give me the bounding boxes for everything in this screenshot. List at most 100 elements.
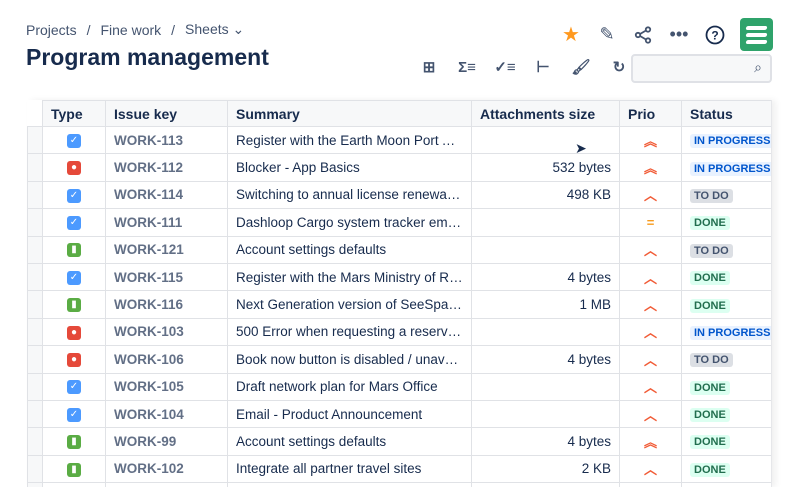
- summary[interactable]: 500 Error when requesting a reserva...: [227, 317, 472, 347]
- status-cell[interactable]: IN PROGRESS: [681, 125, 771, 155]
- table-row[interactable]: [27, 482, 771, 487]
- status-cell[interactable]: DONE: [681, 454, 771, 484]
- priority-cell[interactable]: ︽: [619, 153, 682, 182]
- summary[interactable]: Blocker - App Basics: [227, 153, 472, 182]
- issue-key[interactable]: WORK-112: [105, 153, 228, 182]
- col-status[interactable]: Status: [681, 100, 771, 127]
- summary[interactable]: Integrate all partner travel sites: [227, 454, 472, 484]
- row-handle[interactable]: [27, 235, 43, 264]
- table-row[interactable]: ✓ WORK-104 Email - Product Announcement …: [27, 399, 771, 429]
- priority-cell[interactable]: =: [619, 208, 682, 237]
- issue-key[interactable]: WORK-99: [105, 427, 228, 456]
- priority-cell[interactable]: ︿: [619, 290, 682, 319]
- issue-key[interactable]: WORK-121: [105, 235, 228, 264]
- priority-cell[interactable]: [619, 482, 682, 487]
- issue-key[interactable]: WORK-114: [105, 180, 228, 210]
- share-icon[interactable]: [632, 24, 654, 46]
- table-row[interactable]: ● WORK-103 500 Error when requesting a r…: [27, 317, 771, 347]
- hierarchy-icon[interactable]: ⊢: [531, 56, 555, 78]
- row-handle[interactable]: [27, 399, 43, 429]
- status-cell[interactable]: DONE: [681, 208, 771, 237]
- refresh-icon[interactable]: ↻: [607, 56, 631, 78]
- row-handle[interactable]: [27, 290, 43, 319]
- row-handle[interactable]: [27, 482, 43, 487]
- table-row[interactable]: ▮ WORK-102 Integrate all partner travel …: [27, 454, 771, 484]
- row-handle[interactable]: [27, 125, 43, 155]
- summary[interactable]: Switching to annual license renewal f...: [227, 180, 472, 210]
- issue-key[interactable]: WORK-116: [105, 290, 228, 319]
- table-row[interactable]: ✓ WORK-111 Dashloop Cargo system tracker…: [27, 208, 771, 237]
- col-summary[interactable]: Summary: [227, 100, 472, 127]
- breadcrumb-sheets[interactable]: Sheets ⌄: [185, 21, 244, 38]
- summary[interactable]: Email - Product Announcement: [227, 399, 472, 429]
- priority-cell[interactable]: ︽: [619, 125, 682, 155]
- table-row[interactable]: ● WORK-112 Blocker - App Basics 532 byte…: [27, 153, 771, 182]
- issue-key[interactable]: WORK-105: [105, 372, 228, 401]
- row-handle[interactable]: [27, 208, 43, 237]
- summary[interactable]: Account settings defaults: [227, 235, 472, 264]
- row-handle[interactable]: [27, 180, 43, 210]
- status-cell[interactable]: [681, 482, 771, 487]
- paint-roller-icon[interactable]: 🖌: [569, 56, 593, 78]
- summary[interactable]: [227, 482, 472, 487]
- edit-icon[interactable]: ✎: [596, 24, 618, 46]
- table-row[interactable]: ● WORK-106 Book now button is disabled /…: [27, 345, 771, 374]
- col-issue-key[interactable]: Issue key: [105, 100, 228, 127]
- row-handle[interactable]: [27, 454, 43, 484]
- breadcrumb-projects[interactable]: Projects: [26, 22, 77, 38]
- status-cell[interactable]: DONE: [681, 262, 771, 292]
- issue-key[interactable]: WORK-103: [105, 317, 228, 347]
- issue-key[interactable]: [105, 482, 228, 487]
- status-cell[interactable]: DONE: [681, 399, 771, 429]
- summary[interactable]: Register with the Earth Moon Port Au...: [227, 125, 472, 155]
- priority-cell[interactable]: ︿: [619, 262, 682, 292]
- col-type[interactable]: Type: [42, 100, 106, 127]
- row-handle[interactable]: [27, 153, 43, 182]
- table-row[interactable]: ✓ WORK-115 Register with the Mars Minist…: [27, 262, 771, 292]
- issue-key[interactable]: WORK-102: [105, 454, 228, 484]
- checklist-icon[interactable]: ✓≡: [493, 56, 517, 78]
- summary[interactable]: Draft network plan for Mars Office: [227, 372, 472, 401]
- status-cell[interactable]: DONE: [681, 372, 771, 401]
- col-prio[interactable]: Prio: [619, 100, 682, 127]
- summary[interactable]: Book now button is disabled / unavai...: [227, 345, 472, 374]
- priority-cell[interactable]: ︿: [619, 399, 682, 429]
- issue-key[interactable]: WORK-113: [105, 125, 228, 155]
- status-cell[interactable]: IN PROGRESS: [681, 153, 771, 182]
- row-handle[interactable]: [27, 427, 43, 456]
- row-handle[interactable]: [27, 372, 43, 401]
- priority-cell[interactable]: ︿: [619, 235, 682, 264]
- priority-cell[interactable]: ︿: [619, 454, 682, 484]
- status-cell[interactable]: TO DO: [681, 345, 771, 374]
- table-row[interactable]: ✓ WORK-105 Draft network plan for Mars O…: [27, 372, 771, 401]
- summary[interactable]: Account settings defaults: [227, 427, 472, 456]
- summary[interactable]: Register with the Mars Ministry of Re...: [227, 262, 472, 292]
- issue-key[interactable]: WORK-115: [105, 262, 228, 292]
- row-handle[interactable]: [27, 345, 43, 374]
- breadcrumb-fine-work[interactable]: Fine work: [100, 22, 161, 38]
- table-row[interactable]: ✓ WORK-114 Switching to annual license r…: [27, 180, 771, 210]
- star-icon[interactable]: ★: [560, 24, 582, 46]
- status-cell[interactable]: IN PROGRESS: [681, 317, 771, 347]
- status-cell[interactable]: DONE: [681, 427, 771, 456]
- history-icon[interactable]: ⊞: [417, 56, 441, 78]
- priority-cell[interactable]: ︿: [619, 345, 682, 374]
- help-icon[interactable]: ?: [704, 24, 726, 46]
- issue-key[interactable]: WORK-106: [105, 345, 228, 374]
- status-cell[interactable]: TO DO: [681, 180, 771, 210]
- table-row[interactable]: ▮ WORK-121 Account settings defaults ︿ T…: [27, 235, 771, 264]
- sum-icon[interactable]: Σ≡: [455, 56, 479, 78]
- priority-cell[interactable]: ︽: [619, 427, 682, 456]
- row-handle[interactable]: [27, 317, 43, 347]
- table-row[interactable]: ▮ WORK-116 Next Generation version of Se…: [27, 290, 771, 319]
- priority-cell[interactable]: ︿: [619, 180, 682, 210]
- table-row[interactable]: ▮ WORK-99 Account settings defaults 4 by…: [27, 427, 771, 456]
- summary[interactable]: Dashloop Cargo system tracker emai...: [227, 208, 472, 237]
- priority-cell[interactable]: ︿: [619, 317, 682, 347]
- issue-key[interactable]: WORK-111: [105, 208, 228, 237]
- search-input[interactable]: ⌕: [631, 54, 772, 83]
- status-cell[interactable]: TO DO: [681, 235, 771, 264]
- more-icon[interactable]: •••: [668, 24, 690, 46]
- status-cell[interactable]: DONE: [681, 290, 771, 319]
- app-logo[interactable]: [740, 18, 773, 51]
